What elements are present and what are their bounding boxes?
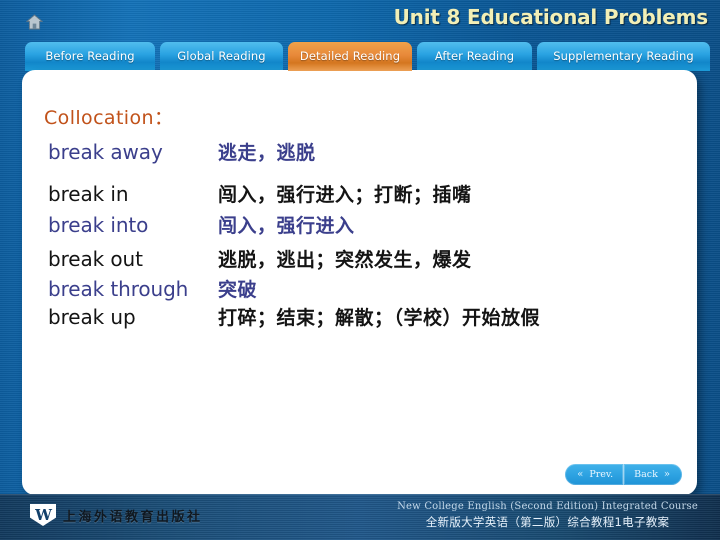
course-title-en: New College English (Second Edition) Int… [397, 501, 698, 512]
collocation-term: break into [48, 213, 149, 237]
chevron-right-icon: » [663, 468, 670, 480]
collocation-term: break through [48, 277, 189, 301]
tab-bar: Before Reading Global Reading Detailed Rea… [0, 42, 720, 71]
collocation-meaning: 逃走，逃脱 [218, 142, 316, 164]
tab-supplementary-reading[interactable]: Supplementary Reading [537, 42, 710, 71]
collocation-term: break away [48, 140, 163, 164]
publisher-logo-icon: W [30, 504, 56, 526]
tab-label: Detailed Reading [299, 49, 401, 63]
table-row: break into 闯入，强行进入 [48, 211, 688, 238]
tab-label: Before Reading [45, 49, 135, 63]
collocation-meaning: 突破 [218, 279, 258, 301]
collocation-term: break in [48, 182, 129, 206]
collocation-meaning: 打碎；结束；解散；（学校）开始放假 [218, 307, 541, 329]
collocation-meaning: 逃脱，逃出；突然发生，爆发 [218, 249, 472, 271]
home-icon-glyph [25, 14, 44, 30]
tab-label: After Reading [434, 49, 515, 63]
slide-nav-buttons: « Prev. Back » [565, 464, 682, 485]
home-icon[interactable] [25, 14, 44, 30]
prev-button-label: Prev. [589, 469, 614, 480]
prev-button[interactable]: « Prev. [565, 464, 624, 485]
header-bar: Unit 8 Educational Problems [0, 0, 720, 42]
collocation-term: break up [48, 305, 136, 329]
tab-label: Supplementary Reading [553, 49, 694, 63]
next-button[interactable]: Back » [623, 464, 682, 485]
content-panel: Collocation： break away 逃走，逃脱 break in 闯入，强… [22, 70, 697, 495]
table-row: break away 逃走，逃脱 [48, 138, 688, 165]
publisher-branding: W 上海外语教育出版社 [30, 504, 203, 526]
slide-root: Unit 8 Educational Problems Before Readi… [0, 0, 720, 540]
collocation-term: break out [48, 247, 143, 271]
tab-label: Global Reading [177, 49, 266, 63]
collocation-meaning: 闯入，强行进入；打断；插嘴 [218, 184, 472, 206]
page-title: Unit 8 Educational Problems [393, 5, 709, 29]
tab-before-reading[interactable]: Before Reading [25, 42, 155, 71]
footer-bar: W 上海外语教育出版社 New College English (Second … [0, 494, 720, 540]
table-row: break up 打碎；结束；解散；（学校）开始放假 [48, 303, 688, 330]
course-info: New College English (Second Edition) Int… [397, 501, 698, 530]
collocation-table: break away 逃走，逃脱 break in 闯入，强行进入；打断；插嘴 brea… [48, 138, 688, 330]
table-row: break in 闯入，强行进入；打断；插嘴 [48, 180, 688, 207]
collocation-heading: Collocation： [44, 107, 174, 129]
next-button-label: Back [634, 469, 658, 480]
chevron-left-icon: « [577, 468, 584, 480]
tab-after-reading[interactable]: After Reading [417, 42, 532, 71]
tab-global-reading[interactable]: Global Reading [160, 42, 283, 71]
table-row: break through 突破 [48, 275, 688, 302]
table-row: break out 逃脱，逃出；突然发生，爆发 [48, 245, 688, 272]
course-title-zh: 全新版大学英语（第二版）综合教程1电子教案 [425, 515, 670, 529]
publisher-name: 上海外语教育出版社 [63, 509, 203, 525]
tab-detailed-reading[interactable]: Detailed Reading [288, 42, 412, 71]
collocation-meaning: 闯入，强行进入 [218, 215, 355, 237]
